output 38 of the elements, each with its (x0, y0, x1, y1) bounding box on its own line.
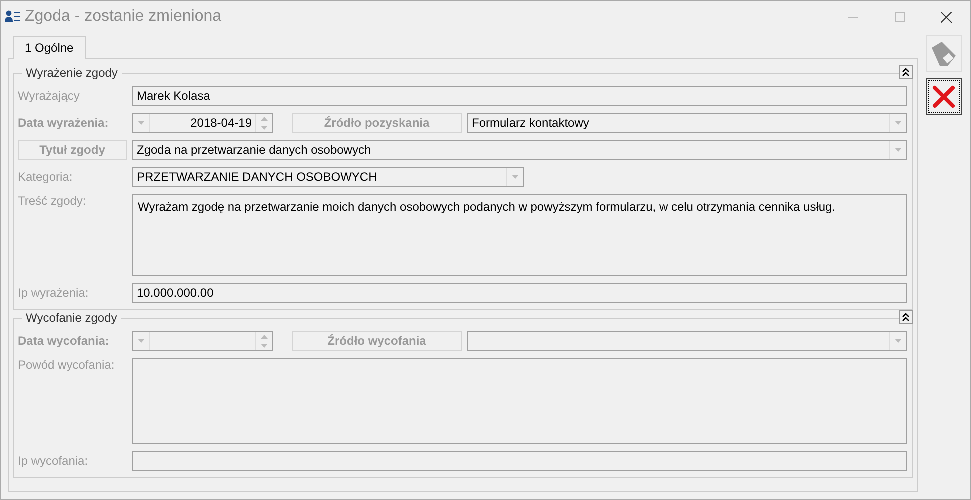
dropdown-field[interactable]: Formularz kontaktowy (467, 113, 907, 133)
field-label: Data wyrażenia: (18, 116, 110, 130)
spin-down-icon[interactable] (260, 344, 268, 348)
double-chevron-up-icon (902, 312, 910, 322)
spin-down-icon[interactable] (260, 126, 268, 130)
close-icon (941, 12, 952, 22)
field-label: Wyrażający (18, 89, 81, 103)
text-area[interactable] (132, 358, 907, 444)
collapse-button[interactable] (899, 310, 913, 324)
field-label: Treść zgody: (18, 194, 88, 208)
close-icon (931, 84, 957, 110)
spin-up-icon[interactable] (260, 116, 268, 120)
dropdown-field[interactable] (467, 331, 907, 351)
collapse-button[interactable] (899, 65, 913, 79)
date-field[interactable] (132, 331, 273, 351)
window-title: Zgoda - zostanie zmieniona (25, 8, 223, 26)
dropdown-field[interactable]: Zgoda na przetwarzanie danych osobowych (132, 140, 907, 160)
date-field[interactable]: 2018-04-19 (132, 113, 273, 133)
text-field[interactable]: 10.000.000.00 (132, 283, 907, 303)
tab[interactable]: 1 Ogólne (13, 36, 86, 59)
dropdown-arrow-icon[interactable] (138, 339, 144, 343)
section-title: Wycofanie zgody (25, 311, 118, 325)
text-field[interactable] (132, 451, 907, 471)
field-label: Ip wyrażenia: (18, 286, 90, 300)
double-chevron-up-icon (902, 68, 910, 76)
text-area[interactable]: Wyrażam zgodę na przetwarzanie moich danych osobowych podanych w powyższym formularzu, w celu otrzymania cennika usług. (132, 194, 907, 276)
dropdown-field[interactable]: PRZETWARZANIE DANYCH OSOBOWYCH (132, 167, 524, 187)
field-label: Ip wycofania: (18, 454, 90, 468)
text-field[interactable]: Marek Kolasa (132, 86, 907, 106)
person-list-icon (5, 10, 21, 24)
field-label: Kategoria: (18, 170, 74, 184)
dropdown-arrow-icon[interactable] (138, 121, 144, 125)
cancel-button[interactable] (926, 78, 962, 115)
spin-up-icon[interactable] (260, 334, 268, 338)
section-title: Wyrażenie zgody (25, 66, 119, 80)
field-label: Data wycofania: (18, 334, 110, 348)
maximize-icon (894, 12, 904, 22)
field-label: Powód wycofania: (18, 358, 116, 372)
